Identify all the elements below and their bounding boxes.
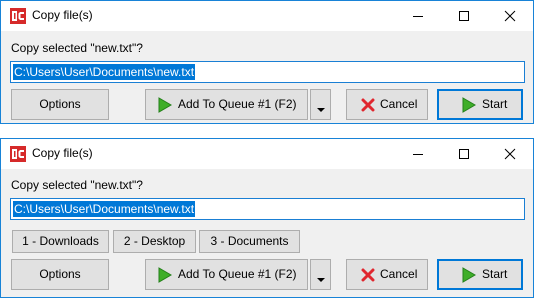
favorite-desktop-button[interactable]: 2 - Desktop	[113, 230, 196, 253]
maximize-icon	[459, 11, 469, 21]
close-icon	[504, 10, 516, 22]
add-to-queue-label: Add To Queue #1 (F2)	[178, 267, 297, 281]
destination-path-input[interactable]: C:\Users\User\Documents\new.txt	[10, 198, 525, 220]
queue-dropdown-button[interactable]	[310, 259, 331, 290]
window-title: Copy file(s)	[32, 146, 93, 160]
options-label: Options	[39, 97, 81, 111]
destination-path-value: C:\Users\User\Documents\new.txt	[13, 201, 196, 217]
favorite-downloads-label: 1 - Downloads	[22, 234, 99, 248]
destination-path-value: C:\Users\User\Documents\new.txt	[13, 64, 196, 80]
add-to-queue-label: Add To Queue #1 (F2)	[178, 97, 297, 111]
red-x-icon	[361, 268, 375, 285]
add-to-queue-button[interactable]: Add To Queue #1 (F2)	[145, 89, 308, 120]
copy-dialog-window-with-favorites: Copy file(s) Copy selected "new.txt"? C:…	[0, 138, 534, 298]
cancel-button[interactable]: Cancel	[346, 259, 428, 290]
favorite-downloads-button[interactable]: 1 - Downloads	[12, 230, 109, 253]
play-icon	[462, 97, 476, 116]
options-button[interactable]: Options	[11, 259, 109, 290]
chevron-down-icon	[317, 272, 325, 286]
minimize-icon	[413, 16, 423, 17]
options-button[interactable]: Options	[11, 89, 109, 120]
teracopy-app-icon	[10, 8, 26, 24]
maximize-button[interactable]	[441, 139, 487, 169]
copy-dialog-window: Copy file(s) Copy selected "new.txt"? C:…	[0, 0, 534, 124]
window-title: Copy file(s)	[32, 8, 93, 22]
favorite-documents-button[interactable]: 3 - Documents	[199, 230, 300, 253]
queue-dropdown-button[interactable]	[310, 89, 331, 120]
copy-prompt: Copy selected "new.txt"?	[11, 41, 143, 55]
cancel-label: Cancel	[380, 97, 418, 111]
teracopy-app-icon	[10, 146, 26, 162]
maximize-icon	[459, 149, 469, 159]
close-button[interactable]	[487, 139, 533, 169]
add-to-queue-button[interactable]: Add To Queue #1 (F2)	[145, 259, 308, 290]
maximize-button[interactable]	[441, 1, 487, 31]
red-x-icon	[361, 98, 375, 115]
start-label: Start	[482, 267, 508, 281]
minimize-icon	[413, 154, 423, 155]
cancel-label: Cancel	[380, 267, 418, 281]
cancel-button[interactable]: Cancel	[346, 89, 428, 120]
close-button[interactable]	[487, 1, 533, 31]
start-button[interactable]: Start	[437, 259, 523, 290]
minimize-button[interactable]	[395, 139, 441, 169]
favorite-documents-label: 3 - Documents	[210, 234, 289, 248]
start-button[interactable]: Start	[437, 89, 523, 120]
copy-prompt: Copy selected "new.txt"?	[11, 178, 143, 192]
minimize-button[interactable]	[395, 1, 441, 31]
close-icon	[504, 148, 516, 160]
play-icon	[158, 267, 172, 286]
play-icon	[462, 267, 476, 286]
options-label: Options	[39, 267, 81, 281]
title-bar[interactable]: Copy file(s)	[1, 139, 533, 169]
play-icon	[158, 97, 172, 116]
destination-path-input[interactable]: C:\Users\User\Documents\new.txt	[10, 61, 525, 83]
start-label: Start	[482, 97, 508, 111]
favorite-desktop-label: 2 - Desktop	[123, 234, 186, 248]
title-bar[interactable]: Copy file(s)	[1, 1, 533, 31]
chevron-down-icon	[317, 102, 325, 116]
